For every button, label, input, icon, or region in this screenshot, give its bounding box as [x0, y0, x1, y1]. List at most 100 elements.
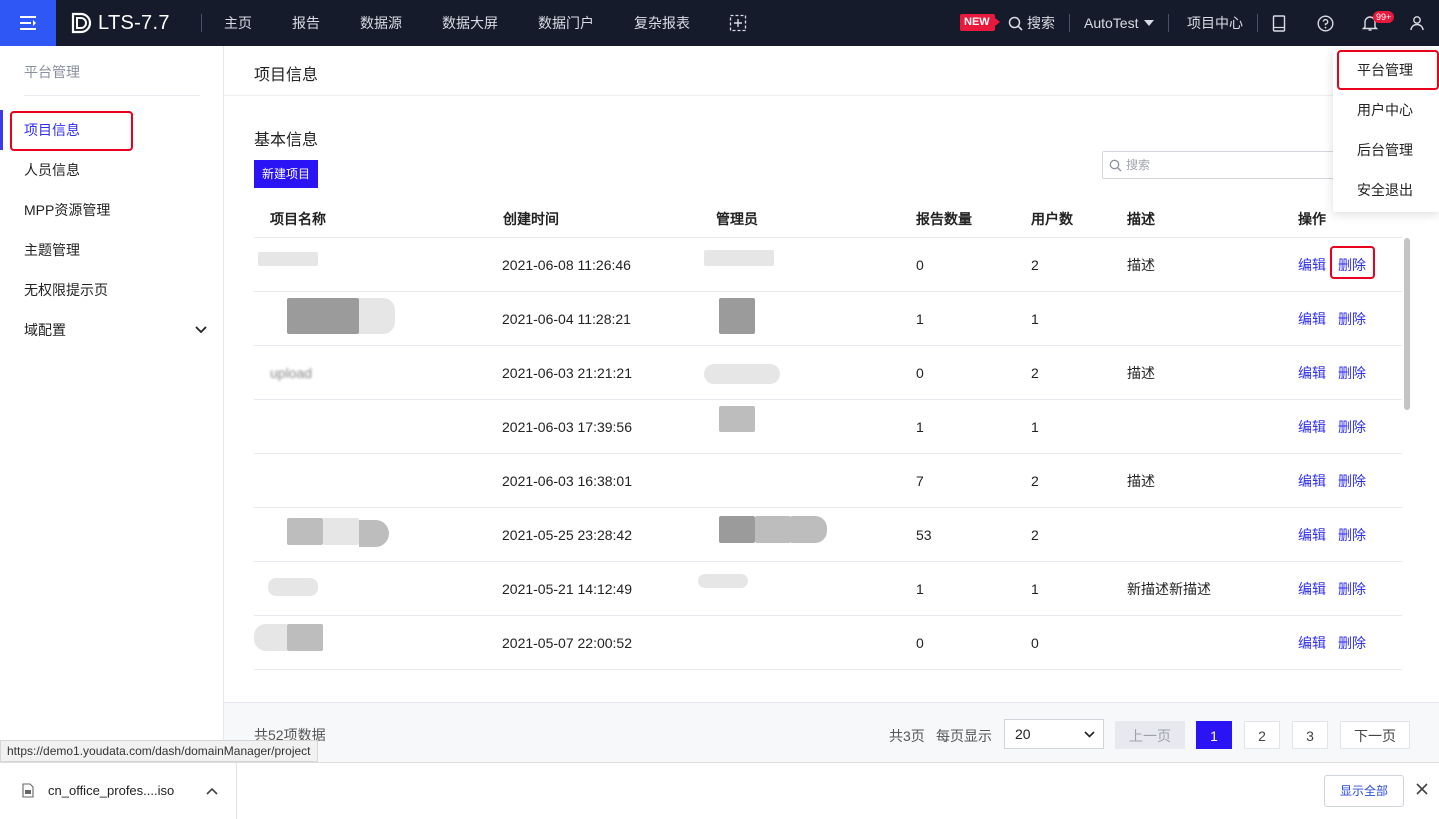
redacted-admin	[719, 406, 755, 432]
prev-page-button[interactable]: 上一页	[1115, 721, 1185, 749]
edit-link[interactable]: 编辑	[1298, 562, 1326, 616]
delete-link[interactable]: 删除	[1338, 508, 1366, 562]
table-body: 2021-06-08 11:26:46 0 2 描述 编辑 删除 2021-06…	[254, 238, 1402, 702]
nav-home[interactable]: 主页	[224, 0, 252, 46]
page-title: 项目信息	[254, 67, 319, 84]
user-count-cell: 2	[1031, 257, 1039, 273]
delete-link[interactable]: 删除	[1338, 616, 1366, 670]
project-search-field[interactable]	[1102, 151, 1342, 179]
per-page-value: 20	[1015, 726, 1031, 742]
menu-item-logout[interactable]: 安全退出	[1333, 170, 1439, 210]
column-header-description[interactable]: 描述	[1127, 200, 1155, 238]
page-button-1[interactable]: 1	[1196, 721, 1232, 749]
created-time-cell: 2021-06-04 11:28:21	[502, 311, 631, 327]
redacted-project-name	[258, 252, 318, 266]
notification-count-badge: 99+	[1373, 11, 1395, 23]
nav-datasource[interactable]: 数据源	[360, 0, 402, 46]
app-title: LTS-7.7	[98, 11, 170, 34]
add-square-icon	[729, 14, 747, 32]
menu-item-user-center[interactable]: 用户中心	[1333, 90, 1439, 130]
table-scrollbar[interactable]	[1404, 238, 1410, 410]
table-row: upload 2021-06-03 21:21:21 0 2 描述 编辑 删除	[254, 346, 1402, 400]
report-count-cell: 1	[916, 311, 924, 327]
report-count-cell: 0	[916, 257, 924, 273]
nav-complex-report[interactable]: 复杂报表	[634, 0, 690, 46]
download-item[interactable]: cn_office_profes....iso	[0, 763, 237, 819]
sidebar-item-theme-management[interactable]: 主题管理	[0, 230, 223, 270]
page-header: 项目信息	[224, 46, 1439, 96]
column-header-report-count[interactable]: 报告数量	[916, 200, 972, 238]
redacted-admin	[755, 516, 791, 543]
delete-link[interactable]: 删除	[1338, 454, 1366, 508]
report-count-cell: 0	[916, 365, 924, 381]
edit-link[interactable]: 编辑	[1298, 238, 1326, 292]
redacted-admin	[719, 298, 755, 334]
sidebar-item-domain-config[interactable]: 域配置	[0, 310, 223, 350]
table-row: 2021-06-08 11:26:46 0 2 描述 编辑 删除	[254, 238, 1402, 292]
page-button-2[interactable]: 2	[1244, 721, 1280, 749]
edit-link[interactable]: 编辑	[1298, 346, 1326, 400]
per-page-select[interactable]: 20	[1004, 719, 1104, 749]
delete-link[interactable]: 删除	[1338, 292, 1366, 346]
table-header: 项目名称 创建时间 管理员 报告数量 用户数 描述 操作	[254, 200, 1402, 238]
next-page-button[interactable]: 下一页	[1340, 721, 1410, 749]
menu-item-backend-management[interactable]: 后台管理	[1333, 130, 1439, 170]
sidebar-item-no-permission-page[interactable]: 无权限提示页	[0, 270, 223, 310]
highlight-box	[1337, 50, 1439, 90]
redacted-admin	[698, 574, 748, 588]
sidebar-item-label: 人员信息	[24, 162, 80, 178]
docs-button[interactable]	[1268, 12, 1290, 34]
created-time-cell: 2021-05-25 23:28:42	[502, 527, 632, 543]
menu-icon	[20, 16, 36, 30]
nav-data-portal[interactable]: 数据门户	[538, 0, 594, 46]
table-row: 2021-06-04 11:28:21 1 1 编辑 删除	[254, 292, 1402, 346]
project-center-link[interactable]: 项目中心	[1187, 0, 1243, 46]
page-button-3[interactable]: 3	[1292, 721, 1328, 749]
chevron-down-icon	[1084, 731, 1095, 738]
edit-link[interactable]: 编辑	[1298, 454, 1326, 508]
add-nav-button[interactable]	[727, 12, 749, 34]
nav-reports[interactable]: 报告	[292, 0, 320, 46]
nav-big-screen[interactable]: 数据大屏	[442, 0, 498, 46]
sidebar-item-personnel-info[interactable]: 人员信息	[0, 150, 223, 190]
redacted-admin	[791, 516, 827, 543]
delete-link[interactable]: 删除	[1338, 400, 1366, 454]
redacted-project-name	[254, 624, 287, 651]
column-header-user-count[interactable]: 用户数	[1031, 200, 1073, 238]
search-input[interactable]	[1126, 158, 1326, 172]
table-row: 2021-06-03 16:38:01 7 2 描述 编辑 删除	[254, 454, 1402, 508]
show-all-downloads-button[interactable]: 显示全部	[1324, 775, 1404, 807]
user-switcher[interactable]: AutoTest	[1084, 0, 1155, 46]
created-time-cell: 2021-05-07 22:00:52	[502, 635, 632, 651]
edit-link[interactable]: 编辑	[1298, 292, 1326, 346]
column-header-created[interactable]: 创建时间	[503, 200, 559, 238]
caret-down-icon	[1144, 20, 1155, 26]
column-header-name[interactable]: 项目名称	[270, 200, 326, 238]
user-name: AutoTest	[1084, 15, 1139, 31]
sidebar-item-mpp-resources[interactable]: MPP资源管理	[0, 190, 223, 230]
menu-toggle-button[interactable]	[0, 0, 56, 46]
user-count-cell: 2	[1031, 473, 1039, 489]
search-button[interactable]: 搜索	[1008, 0, 1055, 46]
redacted-project-name	[287, 518, 323, 545]
delete-link[interactable]: 删除	[1338, 562, 1366, 616]
search-icon	[1109, 159, 1122, 171]
user-count-cell: 0	[1031, 635, 1039, 651]
app-logo[interactable]: LTS-7.7	[70, 0, 170, 46]
user-menu-button[interactable]	[1406, 12, 1428, 34]
edit-link[interactable]: 编辑	[1298, 508, 1326, 562]
chevron-down-icon	[195, 310, 207, 350]
help-button[interactable]	[1314, 12, 1336, 34]
column-header-admin[interactable]: 管理员	[716, 200, 758, 238]
sidebar-item-label: 域配置	[24, 322, 66, 338]
edit-link[interactable]: 编辑	[1298, 616, 1326, 670]
report-count-cell: 1	[916, 581, 924, 597]
close-icon[interactable]	[1414, 781, 1430, 797]
chevron-up-icon[interactable]	[206, 787, 218, 795]
new-project-button[interactable]: 新建项目	[254, 160, 318, 188]
delete-link[interactable]: 删除	[1338, 346, 1366, 400]
table-row: 2021-05-07 22:00:52 0 0 编辑 删除	[254, 616, 1402, 670]
redacted-project-name	[359, 520, 389, 547]
created-time-cell: 2021-06-03 17:39:56	[502, 419, 632, 435]
edit-link[interactable]: 编辑	[1298, 400, 1326, 454]
